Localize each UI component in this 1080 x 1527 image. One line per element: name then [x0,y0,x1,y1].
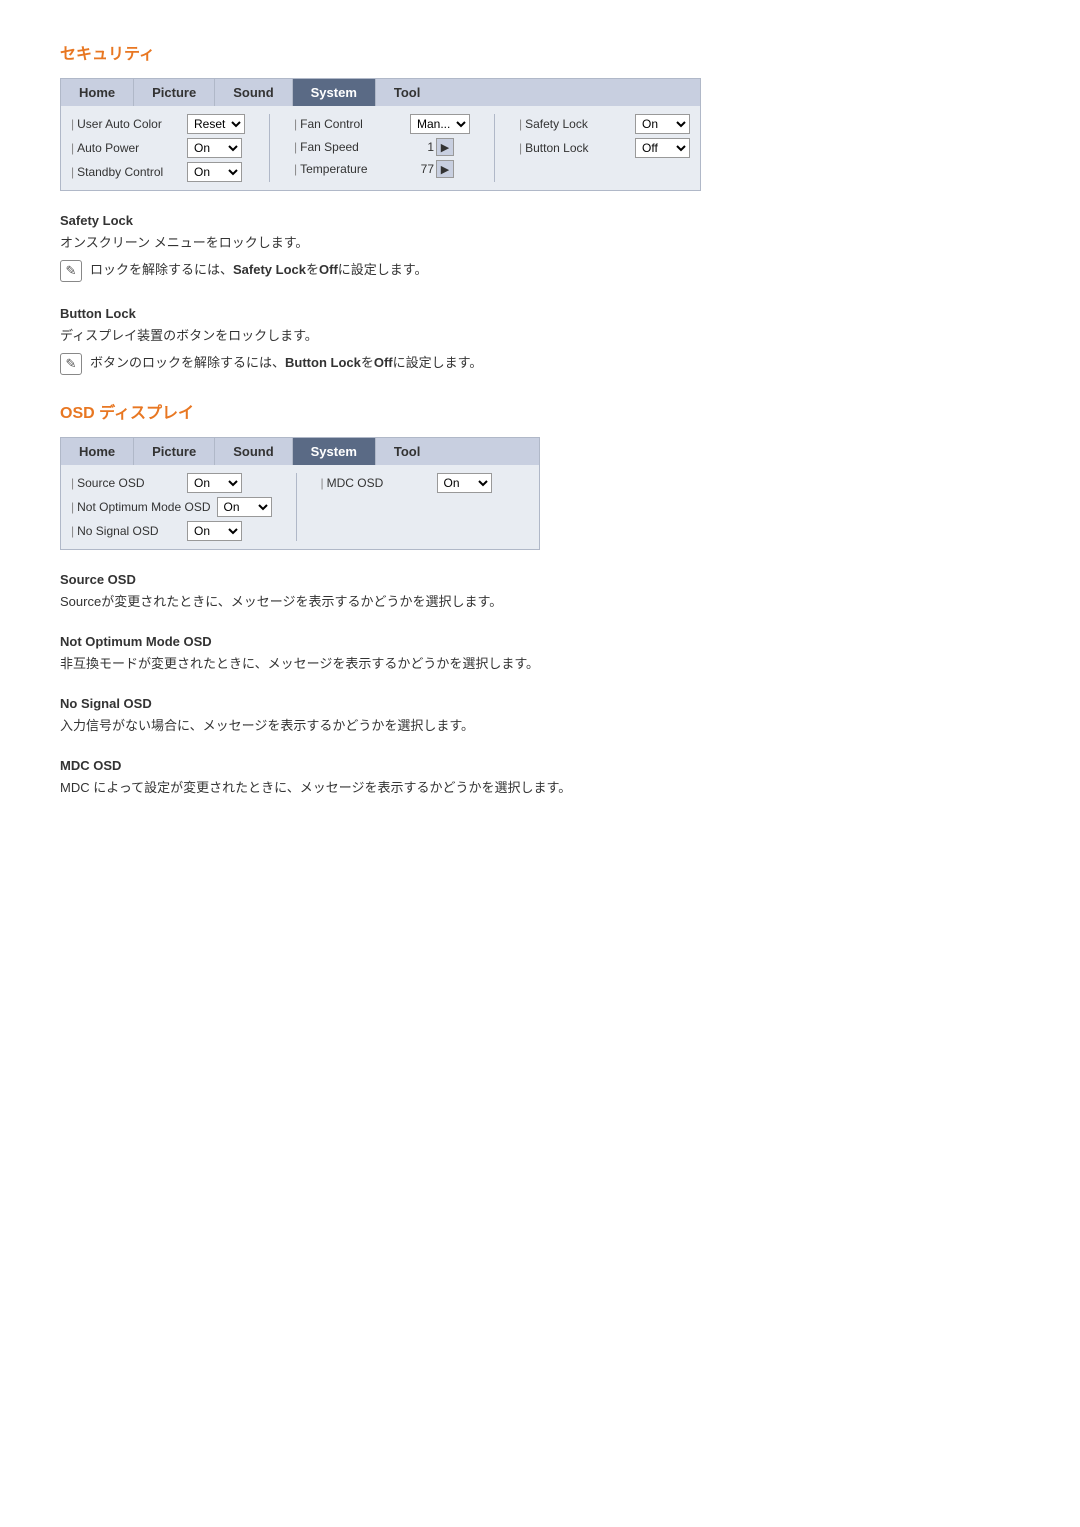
no-signal-osd-section: No Signal OSD 入力信号がない場合に、メッセージを表示するかどうかを… [60,696,860,734]
label-standby-control: Standby Control [71,165,181,179]
select-mdc-osd[interactable]: On Off [437,473,492,493]
osd-col-1: Source OSD On Off Not Optimum Mode OSD O… [71,473,272,541]
tab-tool-osd[interactable]: Tool [376,438,438,465]
tab-picture-security[interactable]: Picture [134,79,215,106]
label-temperature: Temperature [294,162,404,176]
select-safety-lock[interactable]: On Off [635,114,690,134]
select-source-osd[interactable]: On Off [187,473,242,493]
source-osd-desc: Sourceが変更されたときに、メッセージを表示するかどうかを選択します。 [60,591,860,610]
col-divider-2 [494,114,495,182]
row-user-auto-color: User Auto Color Reset [71,114,245,134]
row-mdc-osd: MDC OSD On Off [321,473,492,493]
osd-tabs: Home Picture Sound System Tool [61,438,539,465]
row-safety-lock: Safety Lock On Off [519,114,690,134]
tab-sound-security[interactable]: Sound [215,79,292,106]
note-icon-safety: ✎ [60,260,82,282]
button-lock-title: Button Lock [60,306,860,321]
label-safety-lock: Safety Lock [519,117,629,131]
button-lock-note-row: ✎ ボタンのロックを解除するには、Button LockをOffに設定します。 [60,352,860,375]
fan-speed-value-box: 1 ▶ [410,138,454,156]
label-fan-speed: Fan Speed [294,140,404,154]
security-body: User Auto Color Reset Auto Power On Off … [61,106,700,190]
label-no-signal-osd: No Signal OSD [71,524,181,538]
row-auto-power: Auto Power On Off [71,138,245,158]
osd-section: OSD ディスプレイ Home Picture Sound System Too… [60,399,1020,796]
security-table: Home Picture Sound System Tool User Auto… [60,78,701,191]
source-osd-section: Source OSD Sourceが変更されたときに、メッセージを表示するかどう… [60,572,860,610]
safety-lock-note: ロックを解除するには、Safety LockをOffに設定します。 [90,259,428,278]
mdc-osd-desc: MDC によって設定が変更されたときに、メッセージを表示するかどうかを選択します… [60,777,860,796]
row-fan-control: Fan Control Man... Auto [294,114,470,134]
tab-picture-osd[interactable]: Picture [134,438,215,465]
select-user-auto-color[interactable]: Reset [187,114,245,134]
not-optimum-osd-desc: 非互換モードが変更されたときに、メッセージを表示するかどうかを選択します。 [60,653,860,672]
source-osd-title: Source OSD [60,572,860,587]
safety-lock-note-row: ✎ ロックを解除するには、Safety LockをOffに設定します。 [60,259,860,282]
label-mdc-osd: MDC OSD [321,476,431,490]
row-not-optimum-osd: Not Optimum Mode OSD On Off [71,497,272,517]
label-source-osd: Source OSD [71,476,181,490]
label-not-optimum-osd: Not Optimum Mode OSD [71,500,211,514]
button-lock-desc: ディスプレイ装置のボタンをロックします。 [60,325,860,344]
row-source-osd: Source OSD On Off [71,473,272,493]
security-title: セキュリティ [60,40,1020,64]
select-fan-control[interactable]: Man... Auto [410,114,470,134]
mdc-osd-section: MDC OSD MDC によって設定が変更されたときに、メッセージを表示するかど… [60,758,860,796]
row-button-lock: Button Lock On Off [519,138,690,158]
tab-system-osd[interactable]: System [293,438,376,465]
tab-tool-security[interactable]: Tool [376,79,438,106]
osd-title: OSD ディスプレイ [60,399,1020,423]
select-auto-power[interactable]: On Off [187,138,242,158]
note-icon-button: ✎ [60,353,82,375]
tab-home-security[interactable]: Home [61,79,134,106]
security-col-3: Safety Lock On Off Button Lock On Off [519,114,690,182]
osd-table: Home Picture Sound System Tool Source OS… [60,437,540,550]
tab-system-security[interactable]: System [293,79,376,106]
safety-lock-desc: オンスクリーン メニューをロックします。 [60,232,860,251]
no-signal-osd-desc: 入力信号がない場合に、メッセージを表示するかどうかを選択します。 [60,715,860,734]
fan-speed-value: 1 [410,140,434,154]
temperature-value-box: 77 ▶ [410,160,454,178]
button-lock-section: Button Lock ディスプレイ装置のボタンをロックします。 ✎ ボタンのロ… [60,306,860,375]
select-standby-control[interactable]: On Off [187,162,242,182]
row-no-signal-osd: No Signal OSD On Off [71,521,272,541]
tab-home-osd[interactable]: Home [61,438,134,465]
osd-col-2: MDC OSD On Off [321,473,492,541]
select-not-optimum-osd[interactable]: On Off [217,497,272,517]
mdc-osd-title: MDC OSD [60,758,860,773]
temperature-value: 77 [410,162,434,176]
security-section: セキュリティ Home Picture Sound System Tool Us… [60,40,1020,375]
label-user-auto-color: User Auto Color [71,117,181,131]
row-fan-speed: Fan Speed 1 ▶ [294,138,470,156]
label-button-lock: Button Lock [519,141,629,155]
not-optimum-osd-title: Not Optimum Mode OSD [60,634,860,649]
row-temperature: Temperature 77 ▶ [294,160,470,178]
row-standby-control: Standby Control On Off [71,162,245,182]
col-divider-1 [269,114,270,182]
select-button-lock[interactable]: On Off [635,138,690,158]
safety-lock-title: Safety Lock [60,213,860,228]
label-fan-control: Fan Control [294,117,404,131]
tab-sound-osd[interactable]: Sound [215,438,292,465]
osd-col-divider [296,473,297,541]
safety-lock-section: Safety Lock オンスクリーン メニューをロックします。 ✎ ロックを解… [60,213,860,282]
fan-speed-arrow[interactable]: ▶ [436,138,454,156]
button-lock-note: ボタンのロックを解除するには、Button LockをOffに設定します。 [90,352,482,371]
security-col-1: User Auto Color Reset Auto Power On Off … [71,114,245,182]
label-auto-power: Auto Power [71,141,181,155]
temperature-arrow[interactable]: ▶ [436,160,454,178]
not-optimum-osd-section: Not Optimum Mode OSD 非互換モードが変更されたときに、メッセ… [60,634,860,672]
osd-body: Source OSD On Off Not Optimum Mode OSD O… [61,465,539,549]
no-signal-osd-title: No Signal OSD [60,696,860,711]
select-no-signal-osd[interactable]: On Off [187,521,242,541]
security-tabs: Home Picture Sound System Tool [61,79,700,106]
security-col-2: Fan Control Man... Auto Fan Speed 1 ▶ Te… [294,114,470,182]
